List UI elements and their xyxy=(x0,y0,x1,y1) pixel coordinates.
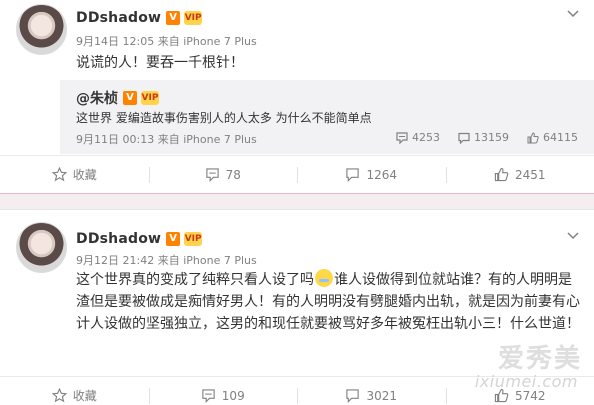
favorite-label: 收藏 xyxy=(72,389,97,403)
comment-count: 1264 xyxy=(366,167,398,182)
repost-button[interactable]: 109 xyxy=(148,377,298,405)
comment-icon xyxy=(458,132,470,144)
post-meta: 9月12日 21:42 来自 iPhone 7 Plus xyxy=(76,252,257,268)
avatar[interactable] xyxy=(16,222,67,273)
repost-footer: 9月11日 00:13 来自 iPhone 7 Plus 4253 13159 xyxy=(76,131,586,147)
post-text-part1: 这个世界真的变成了纯粹只看人设了吗 xyxy=(76,272,314,288)
comment-count-value: 13159 xyxy=(474,131,509,144)
thumbs-up-icon xyxy=(494,388,509,403)
action-bar: 收藏 78 1264 2451 xyxy=(0,155,594,193)
post-timestamp[interactable]: 9月12日 21:42 xyxy=(76,254,154,267)
repost-count: 78 xyxy=(225,167,241,182)
post-text: 这个世界真的变成了纯粹只看人设了吗 谁人设做得到位就站谁？有的人明明是渣但是要被做… xyxy=(76,269,584,335)
via-label: 来自 xyxy=(157,254,180,267)
star-icon xyxy=(51,167,67,182)
via-label: 来自 xyxy=(157,133,180,146)
vip-badge: VIP xyxy=(184,232,203,246)
star-icon xyxy=(51,388,67,403)
verified-badge: V xyxy=(123,91,137,105)
comment-button[interactable]: 3021 xyxy=(297,377,446,405)
like-count: 5742 xyxy=(514,388,546,403)
weibo-post: DDshadow V VIP 9月12日 21:42 来自 iPhone 7 P… xyxy=(0,210,594,405)
username[interactable]: DDshadow xyxy=(76,231,161,247)
repost-icon xyxy=(205,168,219,182)
post-separator xyxy=(0,193,594,210)
repost-count-value: 4253 xyxy=(412,131,440,144)
repost-button[interactable]: 78 xyxy=(148,156,298,193)
repost-meta: 9月11日 00:13 来自 iPhone 7 Plus xyxy=(76,131,257,147)
vip-badge: VIP xyxy=(184,11,203,25)
post-source[interactable]: iPhone 7 Plus xyxy=(183,35,257,48)
post-text: 说谎的人！要吞一千根针！ xyxy=(76,55,244,71)
comment-icon xyxy=(346,168,360,182)
thumbs-up-icon xyxy=(494,167,509,182)
vip-badge: VIP xyxy=(141,91,159,105)
author-row: DDshadow V VIP xyxy=(76,8,203,28)
verified-badge: V xyxy=(166,232,181,246)
repost-card[interactable]: @朱桢 V VIP 这世界 爱编造故事伤害别人的人太多 为什么不能简单点 9月1… xyxy=(60,80,594,154)
avatar[interactable] xyxy=(16,4,67,55)
post-meta: 9月14日 12:05 来自 iPhone 7 Plus xyxy=(76,33,257,49)
author-row: DDshadow V VIP xyxy=(76,229,203,249)
repost-timestamp[interactable]: 9月11日 00:13 xyxy=(76,133,154,146)
via-label: 来自 xyxy=(157,35,180,48)
repost-author-row: @朱桢 V VIP xyxy=(76,88,159,108)
comment-count: 3021 xyxy=(366,388,398,403)
chevron-down-icon[interactable] xyxy=(566,228,580,242)
favorite-button[interactable]: 收藏 xyxy=(0,377,149,405)
repost-count: 109 xyxy=(221,388,245,403)
action-bar: 收藏 109 3021 5742 xyxy=(0,376,594,405)
repost-count[interactable]: 4253 xyxy=(396,131,440,144)
comment-button[interactable]: 1264 xyxy=(297,156,446,193)
favorite-label: 收藏 xyxy=(72,168,97,182)
like-button[interactable]: 2451 xyxy=(445,156,594,193)
verified-badge: V xyxy=(166,11,181,25)
like-count-value: 64115 xyxy=(543,131,578,144)
favorite-button[interactable]: 收藏 xyxy=(0,156,149,193)
repost-source[interactable]: iPhone 7 Plus xyxy=(183,133,257,146)
crying-face-emoji xyxy=(315,269,333,287)
like-button[interactable]: 5742 xyxy=(445,377,594,405)
repost-text: 这世界 爱编造故事伤害别人的人太多 为什么不能简单点 xyxy=(76,111,372,125)
repost-stats: 4253 13159 64115 xyxy=(378,131,578,144)
like-count: 2451 xyxy=(514,167,546,182)
weibo-post: DDshadow V VIP 9月14日 12:05 来自 iPhone 7 P… xyxy=(0,0,594,193)
post-timestamp[interactable]: 9月14日 12:05 xyxy=(76,35,154,48)
repost-icon xyxy=(396,131,408,144)
username[interactable]: DDshadow xyxy=(76,10,161,26)
post-source[interactable]: iPhone 7 Plus xyxy=(183,254,257,267)
repost-author[interactable]: @朱桢 xyxy=(76,88,118,108)
thumbs-up-icon xyxy=(527,131,539,143)
chevron-down-icon[interactable] xyxy=(566,6,580,20)
like-count[interactable]: 64115 xyxy=(527,131,578,144)
comment-count[interactable]: 13159 xyxy=(458,131,509,144)
repost-icon xyxy=(202,389,215,403)
comment-icon xyxy=(346,389,360,403)
